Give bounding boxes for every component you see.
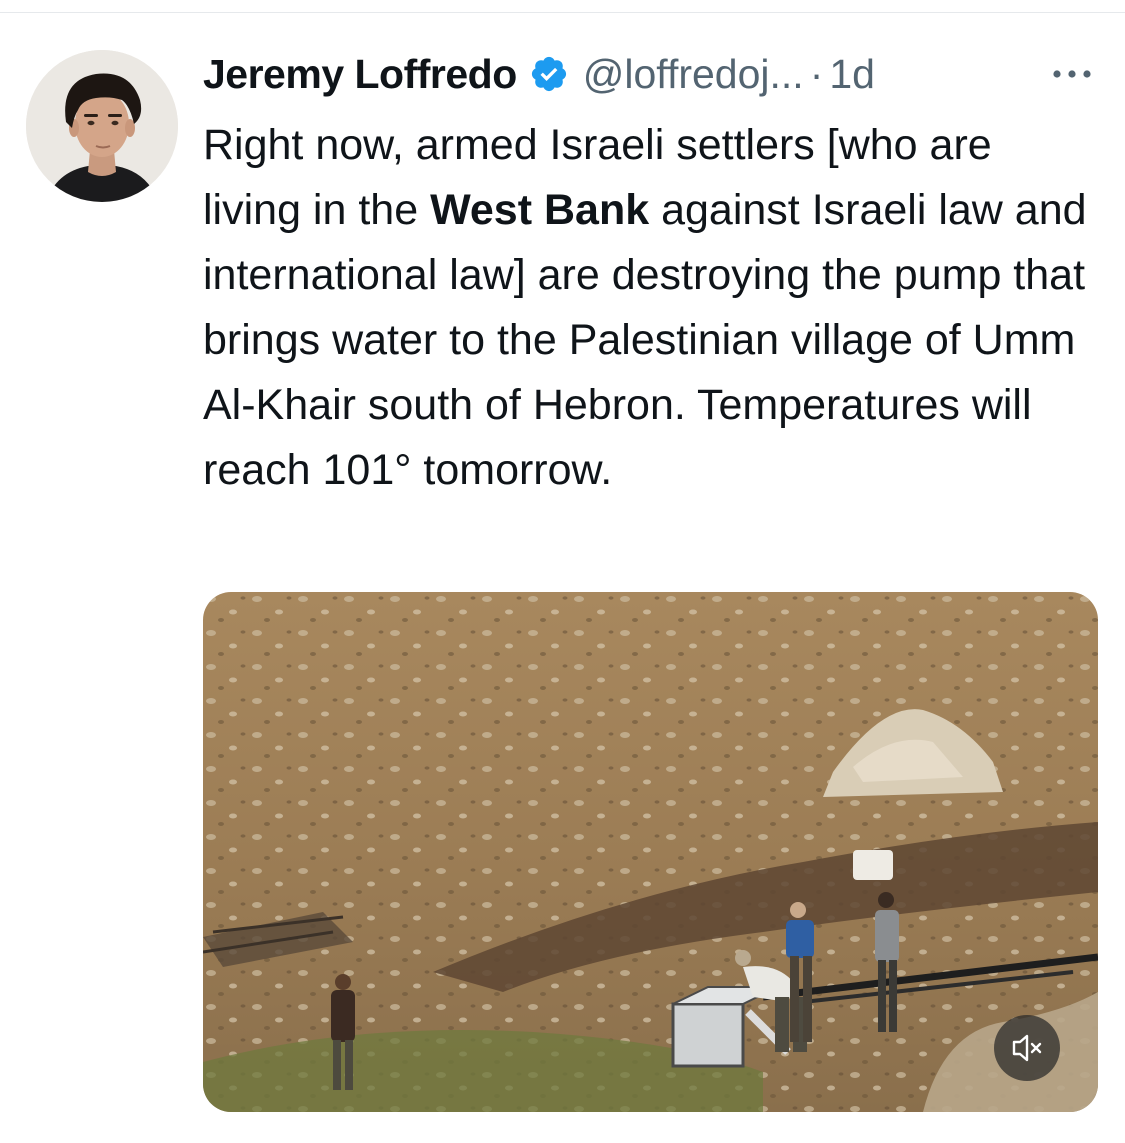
speaker-muted-icon — [1012, 1034, 1042, 1062]
author-handle[interactable]: @loffredoj... — [583, 51, 804, 98]
avatar[interactable] — [26, 50, 178, 202]
timestamp[interactable]: 1d — [829, 51, 875, 98]
tweet-text-bold[interactable]: West Bank — [430, 186, 649, 234]
video-media[interactable] — [203, 592, 1098, 1112]
more-options-icon[interactable] — [1050, 62, 1094, 86]
tweet-header: Jeremy Loffredo @loffredoj... · 1d — [203, 44, 875, 104]
video-frame — [203, 592, 1098, 1112]
mute-button[interactable] — [994, 1015, 1060, 1081]
verified-badge-icon[interactable] — [529, 54, 569, 94]
separator-dot: · — [809, 50, 824, 97]
tweet-text: Right now, armed Israeli settlers [who a… — [203, 113, 1093, 503]
top-divider — [0, 12, 1125, 13]
profile-photo-icon — [26, 50, 178, 202]
display-name[interactable]: Jeremy Loffredo — [203, 51, 517, 98]
